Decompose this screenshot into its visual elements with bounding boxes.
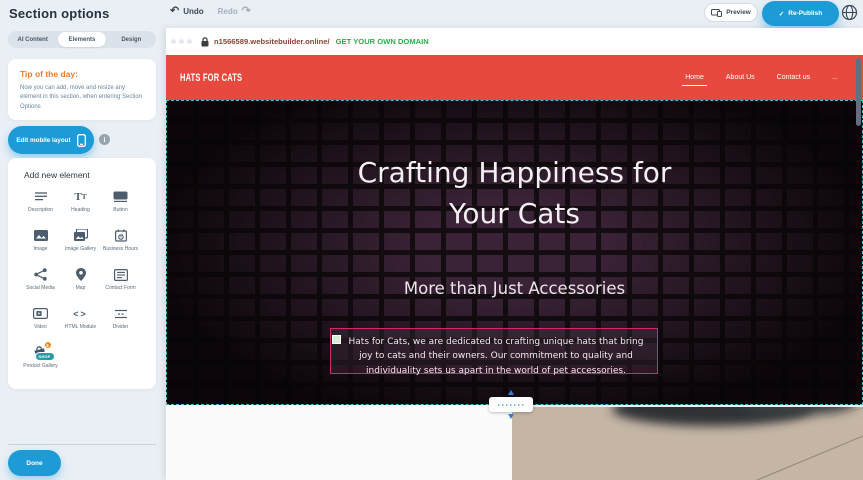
new-badge-icon: $ <box>44 341 52 349</box>
share-icon <box>34 267 47 282</box>
element-heading[interactable]: TT Heading <box>61 189 100 221</box>
preview-scrollbar[interactable] <box>856 58 861 126</box>
element-divider[interactable]: Divider <box>101 306 140 338</box>
tip-of-the-day-card: Tip of the day: Now you can add, move an… <box>8 59 156 120</box>
app-window: Section options ↶ Undo Redo ↷ Preview ✓ … <box>0 0 863 480</box>
image-icon <box>34 228 48 243</box>
drag-handle-icon[interactable] <box>332 335 341 344</box>
hero-paragraph: Hats for Cats, we are dedicated to craft… <box>349 337 644 376</box>
element-button[interactable]: Button <box>101 189 140 221</box>
tip-title: Tip of the day: <box>20 69 144 79</box>
resize-arrow-down-icon <box>508 414 514 419</box>
add-element-title: Add new element <box>24 170 156 180</box>
image-gallery-icon <box>74 228 88 243</box>
edit-mobile-label: Edit mobile layout <box>16 137 70 144</box>
site-nav: Home About Us Contact us ... <box>684 55 839 100</box>
tab-design[interactable]: Design <box>108 32 155 47</box>
section-resize-handle[interactable] <box>489 397 533 412</box>
done-button[interactable]: Done <box>8 450 61 476</box>
preview-button[interactable]: Preview <box>704 3 758 22</box>
form-icon <box>114 267 128 282</box>
tab-ai-content[interactable]: AI Content <box>9 32 56 47</box>
hero-paragraph-box[interactable]: Hats for Cats, we are dedicated to craft… <box>330 328 658 374</box>
hero-subheading[interactable]: More than Just Accessories <box>315 279 715 298</box>
page-title: Section options <box>9 6 110 21</box>
redo-label: Redo <box>218 7 238 16</box>
hero-heading[interactable]: Crafting Happiness for Your Cats <box>330 153 700 234</box>
next-section-blank[interactable] <box>166 405 512 480</box>
info-icon[interactable]: i <box>99 134 110 145</box>
element-social-media[interactable]: Social Media <box>21 267 60 299</box>
element-html-module[interactable]: <> HTML Module <box>61 306 100 338</box>
republish-button[interactable]: ✓ Re-Publish <box>762 1 839 26</box>
element-contact-form[interactable]: Contact Form <box>101 267 140 299</box>
element-map[interactable]: Map <box>61 267 100 299</box>
hero-section-selected[interactable]: Crafting Happiness for Your Cats More th… <box>166 100 863 405</box>
nav-home[interactable]: Home <box>684 70 705 85</box>
nav-contact-us[interactable]: Contact us <box>776 70 811 85</box>
undo-redo-group: ↶ Undo Redo ↷ <box>170 6 251 17</box>
element-video[interactable]: Video <box>21 306 60 338</box>
shop-badge: SHOP <box>35 352 55 361</box>
language-globe-icon[interactable] <box>841 4 858 21</box>
sidebar-divider <box>8 444 156 445</box>
undo-label: Undo <box>183 7 203 16</box>
resize-arrow-up-icon <box>508 390 514 395</box>
tip-body: Now you can add, move and resize any ele… <box>20 84 144 112</box>
site-logo[interactable]: HATS FOR CATS <box>180 72 242 84</box>
element-image-gallery[interactable]: Image Gallery <box>61 228 100 260</box>
lock-icon <box>201 37 209 47</box>
element-product-gallery[interactable]: $ SHOP Product Gallery <box>21 345 60 377</box>
site-url: n1566589.websitebuilder.online/ <box>214 37 330 46</box>
sidebar-tabs: AI Content Elements Design <box>8 31 156 48</box>
republish-label: Re-Publish <box>788 10 822 17</box>
heading-icon: TT <box>74 189 86 204</box>
element-business-hours[interactable]: Business Hours <box>101 228 140 260</box>
redo-button[interactable]: Redo ↷ <box>218 6 251 17</box>
browser-dots-icon <box>171 39 192 44</box>
edit-mobile-layout-button[interactable]: Edit mobile layout <box>8 126 94 154</box>
video-icon <box>33 306 48 321</box>
browser-bar: n1566589.websitebuilder.online/ GET YOUR… <box>166 28 863 55</box>
nav-about-us[interactable]: About Us <box>725 70 756 85</box>
text-lines-icon <box>34 189 48 204</box>
site-preview: n1566589.websitebuilder.online/ GET YOUR… <box>166 28 863 480</box>
site-header: HATS FOR CATS Home About Us Contact us .… <box>166 55 863 100</box>
phone-icon <box>77 134 86 147</box>
carpet-photo[interactable] <box>512 407 863 480</box>
calendar-icon <box>115 228 127 243</box>
element-image[interactable]: Image <box>21 228 60 260</box>
divider-icon <box>114 306 128 321</box>
button-icon <box>113 189 128 204</box>
tab-elements[interactable]: Elements <box>58 32 105 47</box>
redo-arrow-icon: ↷ <box>242 6 251 17</box>
devices-icon <box>711 9 722 17</box>
element-description[interactable]: Description <box>21 189 60 221</box>
nav-more-icon[interactable]: ... <box>831 70 839 85</box>
resize-dots-icon <box>498 404 524 406</box>
element-grid: Description TT Heading Button Image <box>21 189 156 377</box>
add-new-element-panel: Add new element Description TT Heading B… <box>8 158 156 389</box>
check-icon: ✓ <box>779 10 784 18</box>
undo-arrow-icon: ↶ <box>170 6 179 17</box>
undo-button[interactable]: ↶ Undo <box>170 6 204 17</box>
preview-label: Preview <box>726 9 751 16</box>
map-pin-icon <box>76 267 86 282</box>
code-icon: <> <box>73 306 88 321</box>
get-domain-link[interactable]: GET YOUR OWN DOMAIN <box>336 37 429 46</box>
